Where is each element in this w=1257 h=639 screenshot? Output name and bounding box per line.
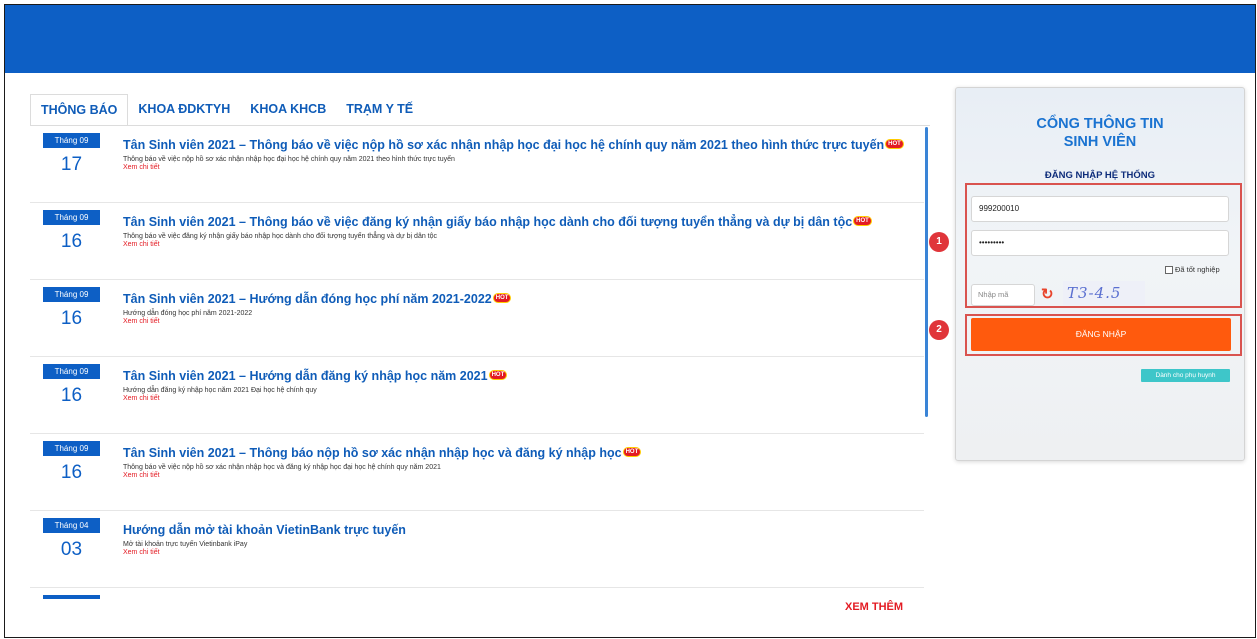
news-description: Hướng dẫn đăng ký nhập học năm 2021 Đại … bbox=[123, 387, 317, 394]
annotation-badge-1: 1 bbox=[929, 232, 949, 252]
view-detail-link[interactable]: Xem chi tiết bbox=[123, 549, 923, 556]
date-month bbox=[43, 595, 100, 599]
news-title-link[interactable]: Tân Sinh viên 2021 – Hướng dẫn đóng học … bbox=[123, 292, 923, 306]
date-month: Tháng 09 bbox=[43, 210, 100, 225]
login-subtitle: ĐĂNG NHẬP HỆ THỐNG bbox=[1044, 170, 1156, 181]
view-detail-link[interactable]: Xem chi tiết bbox=[123, 395, 923, 402]
tab-khoa-ddktyh[interactable]: KHOA ĐDKTYH bbox=[128, 94, 240, 126]
date-badge: Tháng 09 16 bbox=[43, 210, 100, 260]
news-description: Thông báo về việc nộp hồ sơ xác nhận nhậ… bbox=[123, 156, 455, 163]
news-item: Tháng 09 16 Tân Sinh viên 2021 – Hướng dẫ… bbox=[30, 357, 924, 434]
hot-icon: HOT bbox=[853, 216, 872, 226]
date-badge bbox=[43, 595, 100, 599]
news-title-link[interactable]: Tân Sinh viên 2021 – Thông báo về việc đ… bbox=[123, 215, 923, 229]
date-month: Tháng 09 bbox=[43, 441, 100, 456]
password-input[interactable]: ••••••••• bbox=[971, 230, 1229, 256]
tab-tram-y-te[interactable]: TRẠM Y TẾ bbox=[336, 94, 423, 126]
hot-icon: HOT bbox=[488, 370, 508, 380]
news-description: Hướng dẫn đóng học phí năm 2021-2022 bbox=[123, 310, 253, 317]
view-detail-link[interactable]: Xem chi tiết bbox=[123, 241, 923, 248]
graduated-label: Đã tốt nghiệp bbox=[1175, 265, 1220, 274]
date-day: 16 bbox=[60, 231, 83, 252]
hot-icon: HOT bbox=[492, 293, 512, 303]
date-day: 16 bbox=[60, 462, 83, 483]
portal-title-line2: SINH VIÊN bbox=[1063, 134, 1137, 150]
date-day: 03 bbox=[60, 539, 83, 560]
date-month: Tháng 09 bbox=[43, 364, 100, 379]
date-day: 16 bbox=[60, 385, 83, 406]
news-title-link[interactable]: Tân Sinh viên 2021 – Thông báo nộp hồ sơ… bbox=[123, 446, 923, 460]
date-badge: Tháng 04 03 bbox=[43, 518, 100, 568]
date-month: Tháng 09 bbox=[43, 287, 100, 302]
view-detail-link[interactable]: Xem chi tiết bbox=[123, 318, 923, 325]
date-badge: Tháng 09 16 bbox=[43, 441, 100, 491]
portal-title-line1: CỔNG THÔNG TIN bbox=[1036, 116, 1164, 132]
news-description: Thông báo về việc đăng ký nhận giấy báo … bbox=[123, 233, 438, 240]
date-month: Tháng 09 bbox=[43, 133, 100, 148]
news-item: Tháng 09 16 Tân Sinh viên 2021 – Thông bá… bbox=[30, 434, 924, 511]
see-more-link[interactable]: XEM THÊM bbox=[845, 601, 903, 613]
news-title-link[interactable]: Tân Sinh viên 2021 – Thông báo về việc n… bbox=[123, 138, 923, 152]
refresh-icon[interactable]: ↻ bbox=[1041, 285, 1054, 303]
news-item: Tháng 09 17 Tân Sinh viên 2021 – Thông bá… bbox=[30, 126, 924, 203]
news-scrollbar[interactable] bbox=[925, 127, 928, 417]
news-item-partial bbox=[30, 588, 924, 599]
graduated-checkbox[interactable]: Đã tốt nghiệp bbox=[1165, 265, 1220, 274]
top-header-bar bbox=[5, 5, 1255, 73]
date-badge: Tháng 09 16 bbox=[43, 364, 100, 414]
news-item: Tháng 04 03 Hướng dẫn mở tài khoản Vietin… bbox=[30, 511, 924, 588]
hot-icon: HOT bbox=[622, 447, 642, 457]
news-list: Tháng 09 17 Tân Sinh viên 2021 – Thông bá… bbox=[30, 126, 924, 599]
date-day: 17 bbox=[60, 154, 83, 175]
news-tabs: THÔNG BÁO KHOA ĐDKTYH KHOA KHCB TRẠM Y T… bbox=[30, 94, 423, 126]
date-badge: Tháng 09 16 bbox=[43, 287, 100, 337]
page-frame: THÔNG BÁO KHOA ĐDKTYH KHOA KHCB TRẠM Y T… bbox=[4, 4, 1256, 638]
captcha-input[interactable]: Nhập mã bbox=[971, 284, 1035, 306]
news-title-link[interactable]: Hướng dẫn mở tài khoản VietinBank trực t… bbox=[123, 523, 923, 537]
news-title-link[interactable]: Tân Sinh viên 2021 – Hướng dẫn đăng ký n… bbox=[123, 369, 923, 383]
username-input[interactable]: 999200010 bbox=[971, 196, 1229, 222]
date-month: Tháng 04 bbox=[43, 518, 100, 533]
news-item: Tháng 09 16 Tân Sinh viên 2021 – Thông bá… bbox=[30, 203, 924, 280]
view-detail-link[interactable]: Xem chi tiết bbox=[123, 164, 923, 171]
annotation-badge-2: 2 bbox=[929, 320, 949, 340]
news-description: Thông báo về việc nộp hồ sơ xác nhận nhậ… bbox=[123, 464, 441, 471]
hot-icon: HOT bbox=[885, 139, 904, 149]
login-panel: CỔNG THÔNG TIN SINH VIÊN ĐĂNG NHẬP HỆ TH… bbox=[955, 87, 1245, 461]
login-button[interactable]: ĐĂNG NHẬP bbox=[971, 318, 1231, 351]
tab-thong-bao[interactable]: THÔNG BÁO bbox=[30, 94, 129, 126]
view-detail-link[interactable]: Xem chi tiết bbox=[123, 472, 923, 479]
parent-access-button[interactable]: Dành cho phụ huynh bbox=[1141, 369, 1230, 382]
date-day: 16 bbox=[60, 308, 83, 329]
news-item: Tháng 09 16 Tân Sinh viên 2021 – Hướng dẫ… bbox=[30, 280, 924, 357]
date-badge: Tháng 09 17 bbox=[43, 133, 100, 183]
checkbox-icon[interactable] bbox=[1165, 265, 1173, 274]
news-description: Mở tài khoản trực tuyến Vietinbank iPay bbox=[123, 541, 248, 548]
tab-khoa-khcb[interactable]: KHOA KHCB bbox=[240, 94, 336, 126]
captcha-image: T3-4.5 bbox=[1063, 281, 1145, 305]
